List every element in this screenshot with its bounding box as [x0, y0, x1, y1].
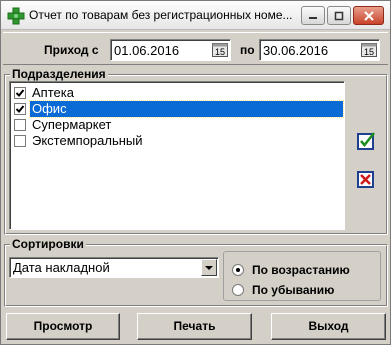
list-item[interactable]: Офис [12, 100, 344, 118]
order-panel: По возрастанию По убыванию [223, 251, 381, 301]
select-all-button[interactable] [355, 130, 377, 152]
calendar-icon[interactable]: 15 [361, 43, 377, 57]
report-window: Отчет по товарам без регистрационных ном… [0, 0, 391, 345]
from-label: Приход с [44, 43, 99, 57]
to-date-field[interactable]: 30.06.2016 15 [259, 39, 380, 61]
chevron-down-icon[interactable] [201, 259, 217, 276]
window-title: Отчет по товарам без регистрационных ном… [29, 8, 293, 22]
checkbox[interactable] [14, 87, 26, 99]
list-item[interactable]: Супермаркет [12, 117, 343, 133]
descending-radio[interactable]: По убыванию [232, 282, 382, 298]
to-date-value: 30.06.2016 [263, 43, 329, 58]
calendar-icon[interactable]: 15 [212, 43, 228, 57]
from-date-value: 01.06.2016 [114, 43, 180, 58]
checkbox[interactable] [14, 119, 26, 131]
sort-select[interactable]: Дата накладной [9, 257, 219, 278]
sorting-group: Сортировки Дата накладной По возрастанию… [4, 237, 388, 307]
from-date-field[interactable]: 01.06.2016 15 [110, 39, 231, 61]
print-button[interactable]: Печать [137, 313, 252, 340]
to-label: по [240, 43, 255, 57]
checkbox[interactable] [14, 135, 26, 147]
checkbox[interactable] [14, 103, 26, 115]
maximize-button[interactable] [327, 6, 351, 25]
close-icon [363, 10, 374, 21]
item-label: Экстемпоральный [32, 133, 143, 148]
select-all-icon [357, 132, 375, 150]
radio-dot[interactable] [232, 284, 244, 296]
calendar-day: 15 [364, 47, 374, 57]
title-bar[interactable]: Отчет по товарам без регистрационных ном… [1, 1, 390, 30]
list-item[interactable]: Аптека [12, 85, 343, 101]
item-label: Офис [29, 100, 344, 118]
maximize-icon [334, 11, 344, 20]
sort-selected-value: Дата накладной [13, 260, 110, 275]
exit-button[interactable]: Выход [271, 313, 386, 340]
list-item[interactable]: Экстемпоральный [12, 133, 343, 149]
departments-title: Подразделения [10, 67, 108, 81]
preview-button[interactable]: Просмотр [6, 313, 120, 340]
close-button[interactable] [353, 6, 384, 25]
ascending-label: По возрастанию [252, 263, 350, 277]
descending-label: По убыванию [252, 283, 335, 297]
deselect-all-icon [357, 171, 374, 188]
minimize-button[interactable] [301, 6, 325, 25]
departments-group: Подразделения Аптека Офис Супермаркет Эк… [4, 67, 388, 235]
date-range-panel: Приход с 01.06.2016 15 по 30.06.2016 15 [3, 32, 388, 65]
minimize-icon [309, 16, 317, 19]
calendar-day: 15 [215, 47, 225, 57]
departments-list[interactable]: Аптека Офис Супермаркет Экстемпоральный [9, 81, 345, 230]
item-label: Аптека [32, 85, 74, 100]
ascending-radio[interactable]: По возрастанию [232, 262, 382, 278]
radio-dot[interactable] [232, 264, 244, 276]
sorting-title: Сортировки [10, 237, 86, 251]
deselect-all-button[interactable] [355, 168, 377, 190]
plus-icon [7, 7, 25, 25]
item-label: Супермаркет [32, 117, 112, 132]
